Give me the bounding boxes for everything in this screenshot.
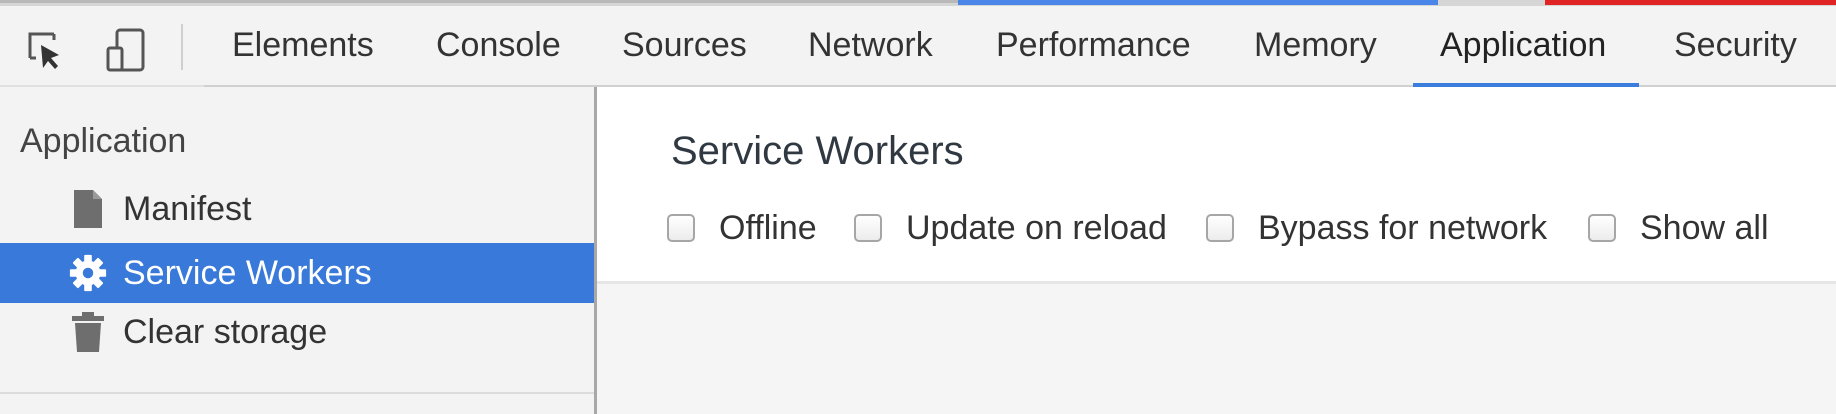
service-workers-panel: Service Workers Offline Update on reload… [597,87,1836,414]
application-sidebar: Application Manifest Service Workers Cle… [0,87,597,414]
top-strip-red-segment [1545,0,1836,5]
bypass-for-network-label: Bypass for network [1258,208,1548,247]
tab-sources[interactable]: Sources [622,6,747,85]
show-all-checkbox[interactable]: Show all [1588,207,1769,249]
sidebar-divider [0,392,594,394]
show-all-label: Show all [1640,208,1769,247]
bypass-for-network-checkbox[interactable]: Bypass for network [1206,207,1547,249]
sidebar-item-manifest[interactable]: Manifest [0,179,594,239]
document-icon [68,187,108,231]
sidebar-item-label: Manifest [123,189,252,228]
sidebar-section-title: Application [20,122,187,160]
tab-console[interactable]: Console [436,6,561,85]
offline-checkbox[interactable]: Offline [667,207,817,249]
tab-elements[interactable]: Elements [232,6,374,85]
gear-icon [68,251,108,295]
top-strip-blue-segment [958,0,1438,5]
checkbox-box[interactable] [1588,214,1616,242]
page-title: Service Workers [671,129,964,173]
inspect-element-icon[interactable] [20,24,72,76]
sidebar-item-label: Clear storage [123,312,328,351]
tab-performance[interactable]: Performance [996,6,1191,85]
checkbox-box[interactable] [1206,214,1234,242]
top-strip-gray-segment [0,0,958,3]
tab-application[interactable]: Application [1412,6,1640,87]
tab-network[interactable]: Network [808,6,933,85]
sidebar-item-service-workers[interactable]: Service Workers [0,243,594,303]
device-toolbar-icon[interactable] [100,24,152,76]
checkbox-box[interactable] [854,214,882,242]
update-on-reload-label: Update on reload [906,208,1167,247]
sidebar-item-clear-storage[interactable]: Clear storage [0,302,594,362]
offline-label: Offline [719,208,817,247]
toolbar-divider [181,24,183,70]
tab-memory[interactable]: Memory [1254,6,1377,85]
devtools-toolbar: Elements Console Sources Network Perform… [0,6,1836,87]
checkbox-box[interactable] [667,214,695,242]
tab-security[interactable]: Security [1674,6,1797,85]
trash-icon [68,310,108,354]
service-workers-list-area [597,284,1836,414]
update-on-reload-checkbox[interactable]: Update on reload [854,207,1167,249]
sidebar-item-label: Service Workers [123,253,372,292]
